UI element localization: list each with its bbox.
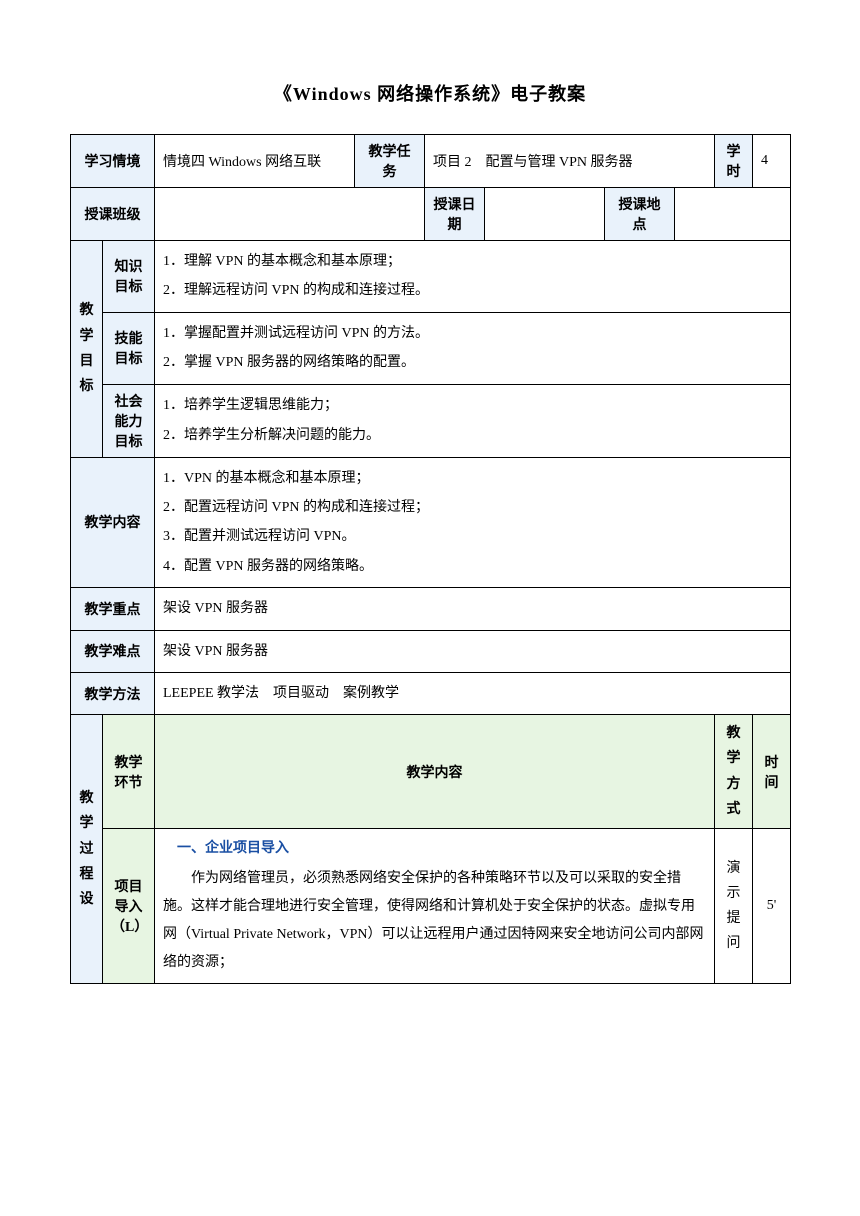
row-difficulty: 教学难点 架设 VPN 服务器 bbox=[71, 630, 791, 672]
hours-value: 4 bbox=[753, 135, 791, 188]
task-value: 项目 2 配置与管理 VPN 服务器 bbox=[425, 135, 715, 188]
lesson-plan-table: 学习情境 情境四 Windows 网络互联 教学任务 项目 2 配置与管理 VP… bbox=[70, 134, 791, 984]
row-context: 学习情境 情境四 Windows 网络互联 教学任务 项目 2 配置与管理 VP… bbox=[71, 135, 791, 188]
row-social-objective: 社会 能力 目标 1．培养学生逻辑思维能力； 2．培养学生分析解决问题的能力。 bbox=[71, 384, 791, 457]
process-group-label: 教 学 过 程 设 bbox=[71, 715, 103, 984]
hours-label: 学时 bbox=[715, 135, 753, 188]
row-class-info: 授课班级 授课日期 授课地点 bbox=[71, 188, 791, 241]
row-process-header: 教 学 过 程 设 教学 环节 教学内容 教 学 方 式 时间 bbox=[71, 715, 791, 829]
row-knowledge-objective: 教 学 目 标 知识 目标 1．理解 VPN 的基本概念和基本原理； 2．理解远… bbox=[71, 241, 791, 313]
difficulty-label: 教学难点 bbox=[71, 630, 155, 672]
objectives-group-label: 教 学 目 标 bbox=[71, 241, 103, 458]
social-items: 1．培养学生逻辑思维能力； 2．培养学生分析解决问题的能力。 bbox=[155, 384, 791, 457]
context-label: 学习情境 bbox=[71, 135, 155, 188]
skill-items: 1．掌握配置并测试远程访问 VPN 的方法。 2．掌握 VPN 服务器的网络策略… bbox=[155, 312, 791, 384]
context-value: 情境四 Windows 网络互联 bbox=[155, 135, 355, 188]
row-process-step1: 项目 导入 （L） 一、企业项目导入 作为网络管理员，必须熟悉网络安全保护的各种… bbox=[71, 829, 791, 984]
process-header-step: 教学 环节 bbox=[103, 715, 155, 829]
knowledge-label: 知识 目标 bbox=[103, 241, 155, 313]
row-content: 教学内容 1．VPN 的基本概念和基本原理； 2．配置远程访问 VPN 的构成和… bbox=[71, 457, 791, 588]
place-value bbox=[675, 188, 791, 241]
row-skill-objective: 技能 目标 1．掌握配置并测试远程访问 VPN 的方法。 2．掌握 VPN 服务… bbox=[71, 312, 791, 384]
focus-value: 架设 VPN 服务器 bbox=[155, 588, 791, 630]
row-focus: 教学重点 架设 VPN 服务器 bbox=[71, 588, 791, 630]
process-header-mode: 教 学 方 式 bbox=[715, 715, 753, 829]
focus-label: 教学重点 bbox=[71, 588, 155, 630]
step1-time: 5' bbox=[753, 829, 791, 984]
step1-content: 一、企业项目导入 作为网络管理员，必须熟悉网络安全保护的各种策略环节以及可以采取… bbox=[155, 829, 715, 984]
content-items: 1．VPN 的基本概念和基本原理； 2．配置远程访问 VPN 的构成和连接过程；… bbox=[155, 457, 791, 588]
row-method: 教学方法 LEEPEE 教学法 项目驱动 案例教学 bbox=[71, 672, 791, 714]
step1-paragraph: 作为网络管理员，必须熟悉网络安全保护的各种策略环节以及可以采取的安全措施。这样才… bbox=[163, 865, 706, 977]
step1-section-title: 一、企业项目导入 bbox=[163, 835, 706, 863]
method-label: 教学方法 bbox=[71, 672, 155, 714]
date-value bbox=[485, 188, 605, 241]
class-label: 授课班级 bbox=[71, 188, 155, 241]
skill-label: 技能 目标 bbox=[103, 312, 155, 384]
step1-label: 项目 导入 （L） bbox=[103, 829, 155, 984]
knowledge-items: 1．理解 VPN 的基本概念和基本原理； 2．理解远程访问 VPN 的构成和连接… bbox=[155, 241, 791, 313]
process-header-time: 时间 bbox=[753, 715, 791, 829]
date-label: 授课日期 bbox=[425, 188, 485, 241]
social-label: 社会 能力 目标 bbox=[103, 384, 155, 457]
step1-mode: 演 示 提 问 bbox=[715, 829, 753, 984]
difficulty-value: 架设 VPN 服务器 bbox=[155, 630, 791, 672]
class-value bbox=[155, 188, 425, 241]
task-label: 教学任务 bbox=[355, 135, 425, 188]
method-value: LEEPEE 教学法 项目驱动 案例教学 bbox=[155, 672, 791, 714]
place-label: 授课地点 bbox=[605, 188, 675, 241]
process-header-content: 教学内容 bbox=[155, 715, 715, 829]
content-label: 教学内容 bbox=[71, 457, 155, 588]
page-title: 《Windows 网络操作系统》电子教案 bbox=[70, 80, 790, 106]
